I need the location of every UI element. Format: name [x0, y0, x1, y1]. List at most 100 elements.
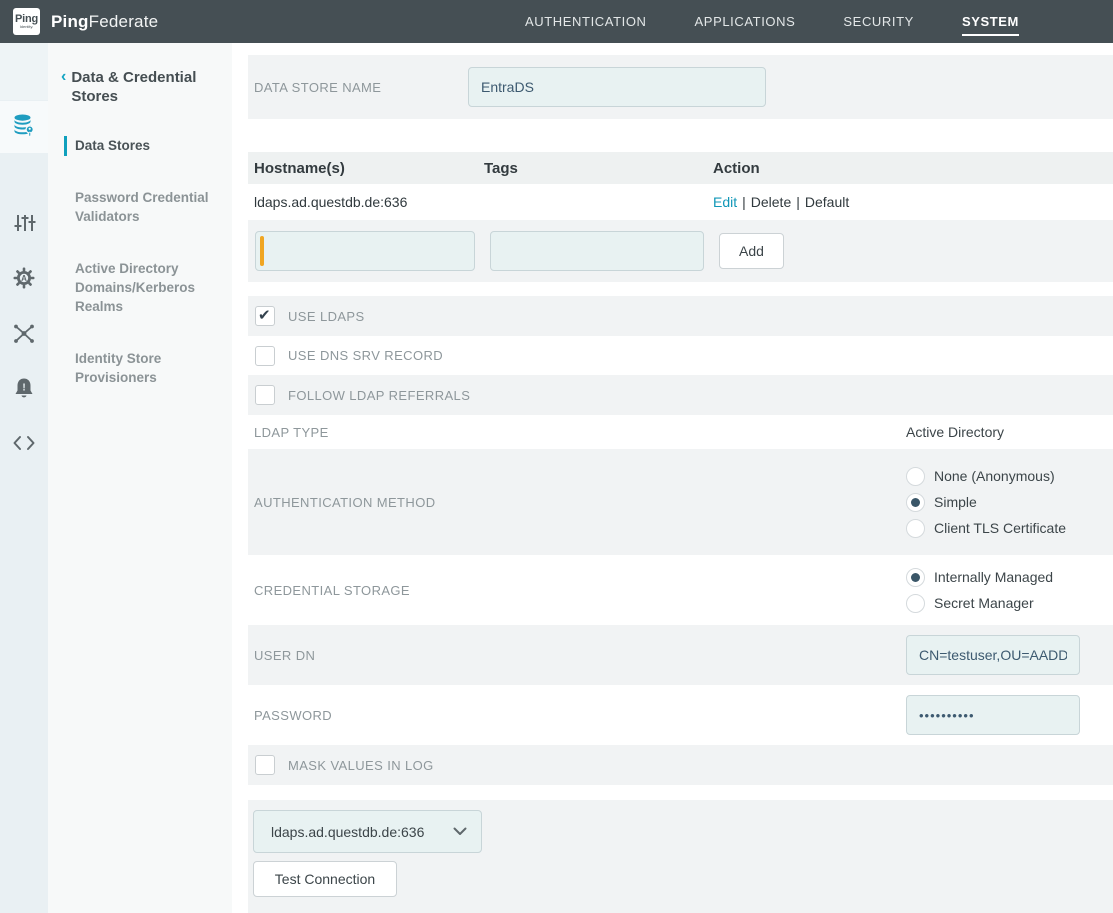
- use-ldaps-checkbox[interactable]: [255, 306, 275, 326]
- user-dn-field-wrap: [906, 635, 1080, 675]
- data-store-name-input[interactable]: [468, 67, 766, 107]
- new-tags-wrap: [490, 231, 704, 271]
- hostname-select-value: ldaps.ad.questdb.de:636: [271, 824, 424, 840]
- use-dns-srv-label: USE DNS SRV RECORD: [288, 348, 443, 363]
- follow-ldap-referrals-checkbox[interactable]: [255, 385, 275, 405]
- password-input[interactable]: [906, 695, 1080, 735]
- edit-link[interactable]: Edit: [713, 194, 737, 210]
- new-hostname-input[interactable]: [255, 231, 475, 271]
- column-action: Action: [713, 160, 1113, 177]
- radio-secret-manager[interactable]: [906, 594, 925, 613]
- default-link[interactable]: Default: [805, 194, 849, 210]
- user-dn-row: USER DN: [248, 625, 1113, 685]
- cred-option-secret-manager[interactable]: Secret Manager: [906, 594, 1053, 613]
- rail-item-server-configuration[interactable]: [0, 199, 48, 251]
- hostname-cell: ldaps.ad.questdb.de:636: [248, 194, 484, 210]
- nav-item-applications[interactable]: APPLICATIONS: [695, 8, 796, 35]
- required-field-marker: [255, 231, 475, 271]
- cred-option-internally-managed-label: Internally Managed: [934, 569, 1053, 585]
- sidebar-item-data-stores[interactable]: Data Stores: [48, 136, 232, 155]
- radio-none-anonymous[interactable]: [906, 467, 925, 486]
- sidebar-back-link[interactable]: ‹ Data & Credential Stores: [48, 43, 232, 106]
- radio-internally-managed[interactable]: [906, 568, 925, 587]
- auth-option-simple[interactable]: Simple: [906, 493, 1066, 512]
- rail-item-admin-operations[interactable]: A: [0, 254, 48, 306]
- ldap-type-value: Active Directory: [906, 424, 1004, 440]
- use-dns-srv-row: USE DNS SRV RECORD: [248, 336, 1113, 375]
- password-label: PASSWORD: [254, 708, 332, 723]
- follow-ldap-referrals-label: FOLLOW LDAP REFERRALS: [288, 388, 470, 403]
- sliders-icon: [12, 211, 36, 240]
- mask-values-label: MASK VALUES IN LOG: [288, 758, 434, 773]
- credential-storage-label: CREDENTIAL STORAGE: [254, 583, 410, 598]
- network-nodes-icon: [12, 321, 36, 350]
- column-tags: Tags: [484, 160, 713, 177]
- sidebar-section-title: Data & Credential Stores: [71, 68, 218, 106]
- app-title-bold: Ping: [51, 12, 89, 31]
- use-ldaps-label: USE LDAPS: [288, 309, 365, 324]
- credential-storage-options: Internally Managed Secret Manager: [906, 555, 1053, 625]
- code-brackets-icon: [12, 431, 36, 460]
- nav-item-authentication[interactable]: AUTHENTICATION: [525, 8, 647, 35]
- auth-option-simple-label: Simple: [934, 494, 977, 510]
- action-separator: |: [796, 194, 800, 210]
- alert-bell-icon: !: [12, 376, 36, 405]
- authentication-method-row: AUTHENTICATION METHOD None (Anonymous) S…: [248, 449, 1113, 555]
- cred-option-secret-manager-label: Secret Manager: [934, 595, 1034, 611]
- action-separator: |: [742, 194, 746, 210]
- auth-option-none[interactable]: None (Anonymous): [906, 467, 1066, 486]
- database-key-icon: [11, 112, 37, 143]
- mask-values-row: MASK VALUES IN LOG: [248, 745, 1113, 785]
- rail-item-data-stores[interactable]: [0, 101, 48, 153]
- auth-option-none-label: None (Anonymous): [934, 468, 1055, 484]
- mask-values-checkbox[interactable]: [255, 755, 275, 775]
- nav-item-security[interactable]: SECURITY: [843, 8, 914, 35]
- primary-nav: AUTHENTICATION APPLICATIONS SECURITY SYS…: [525, 8, 1019, 35]
- password-field-wrap: [906, 695, 1080, 735]
- icon-rail: A: [0, 43, 48, 913]
- gear-icon: A: [12, 266, 36, 295]
- main-content: DATA STORE NAME Hostname(s) Tags Action …: [232, 43, 1113, 913]
- sidebar-item-ad-domains-kerberos-realms[interactable]: Active Directory Domains/Kerberos Realms: [48, 259, 232, 316]
- logo-subtext: Identity.: [20, 25, 34, 29]
- auth-option-client-tls[interactable]: Client TLS Certificate: [906, 519, 1066, 538]
- cred-option-internally-managed[interactable]: Internally Managed: [906, 568, 1053, 587]
- password-row: PASSWORD: [248, 685, 1113, 745]
- delete-link[interactable]: Delete: [751, 194, 791, 210]
- radio-simple[interactable]: [906, 493, 925, 512]
- use-ldaps-row: USE LDAPS: [248, 296, 1113, 336]
- svg-text:A: A: [21, 274, 27, 283]
- auth-method-options: None (Anonymous) Simple Client TLS Certi…: [906, 449, 1066, 555]
- user-dn-input[interactable]: [906, 635, 1080, 675]
- new-tags-input[interactable]: [490, 231, 704, 271]
- chevron-left-icon: ‹: [61, 68, 66, 106]
- use-dns-srv-checkbox[interactable]: [255, 346, 275, 366]
- host-table-row: ldaps.ad.questdb.de:636 Edit | Delete | Defa…: [248, 184, 1113, 220]
- pingfederate-app: Ping Identity. PingFederate AUTHENTICATI…: [0, 0, 1113, 913]
- authentication-method-label: AUTHENTICATION METHOD: [254, 495, 436, 510]
- hostname-select[interactable]: ldaps.ad.questdb.de:636: [253, 810, 482, 853]
- add-host-row: Add: [248, 220, 1113, 282]
- sidebar-item-password-credential-validators[interactable]: Password Credential Validators: [48, 188, 232, 226]
- hosts-table-header: Hostname(s) Tags Action: [248, 152, 1113, 184]
- auth-option-client-tls-label: Client TLS Certificate: [934, 520, 1066, 536]
- ping-identity-logo: Ping Identity.: [13, 8, 40, 35]
- data-store-name-label: DATA STORE NAME: [254, 80, 468, 95]
- app-title-light: Federate: [89, 12, 159, 31]
- top-nav-bar: Ping Identity. PingFederate AUTHENTICATI…: [0, 0, 1113, 43]
- radio-client-tls-certificate[interactable]: [906, 519, 925, 538]
- credential-storage-row: CREDENTIAL STORAGE Internally Managed Se…: [248, 555, 1113, 625]
- add-button[interactable]: Add: [719, 233, 784, 269]
- app-title: PingFederate: [51, 12, 158, 32]
- svg-text:!: !: [22, 382, 25, 393]
- rail-item-monitoring-alerts[interactable]: !: [0, 364, 48, 416]
- rail-item-protocol-metadata[interactable]: [0, 309, 48, 361]
- rail-item-external-systems[interactable]: [0, 419, 48, 471]
- test-connection-button[interactable]: Test Connection: [253, 861, 397, 897]
- sidebar-item-identity-store-provisioners[interactable]: Identity Store Provisioners: [48, 349, 232, 387]
- action-cell: Edit | Delete | Default: [713, 194, 1113, 210]
- follow-ldap-referrals-row: FOLLOW LDAP REFERRALS: [248, 375, 1113, 415]
- nav-item-system[interactable]: SYSTEM: [962, 8, 1019, 35]
- icon-rail-top-spacer: [0, 43, 48, 100]
- test-connection-section: ldaps.ad.questdb.de:636 Test Connection: [248, 800, 1113, 913]
